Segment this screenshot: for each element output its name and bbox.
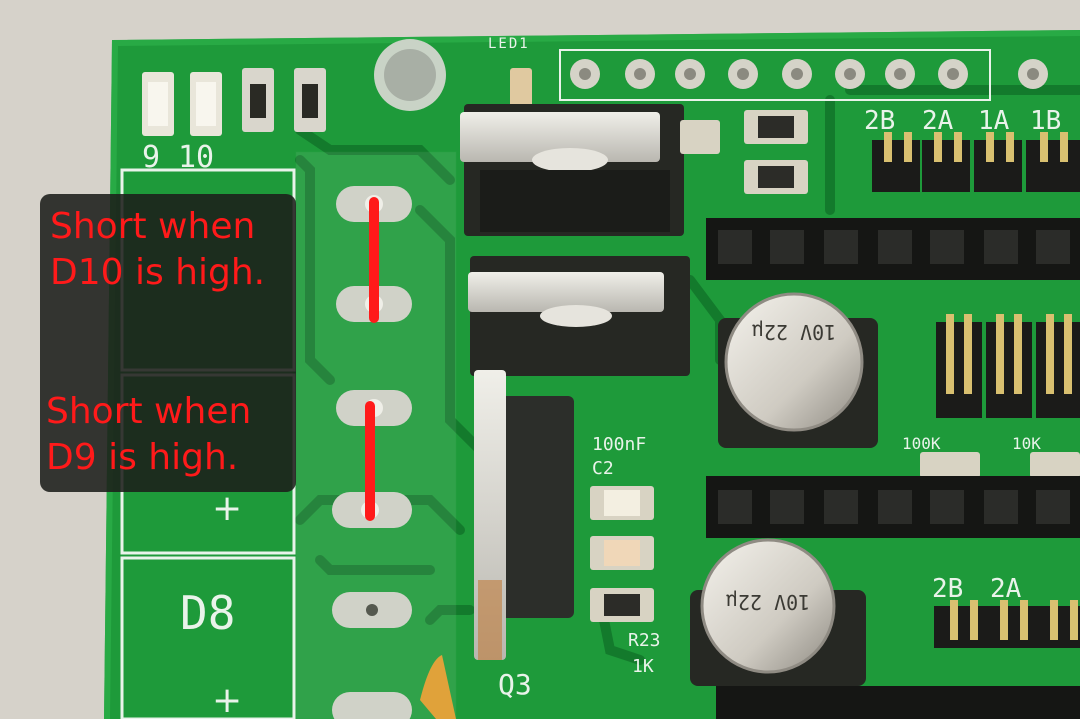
jumper-headers-middle bbox=[936, 314, 1080, 418]
silk-pin-10: 10 bbox=[178, 140, 215, 175]
annotation-d10: Short when D10 is high. bbox=[50, 204, 265, 296]
annotation-d9-line1: Short when bbox=[46, 391, 252, 432]
silk-plus-1: + bbox=[212, 488, 243, 529]
silk-q3: Q3 bbox=[498, 668, 532, 701]
silk-led1: LED1 bbox=[488, 36, 530, 52]
annotation-d9-line2: D9 is high. bbox=[46, 437, 239, 478]
silk-2a-top: 2A bbox=[922, 106, 954, 136]
photo-scene: 9 10 LED1 D8 + + Q3 C2 100nF R23 1K 100K… bbox=[0, 0, 1080, 719]
silk-plus-2: + bbox=[212, 680, 243, 719]
silk-2b-bottom: 2B bbox=[932, 574, 964, 604]
female-header-2 bbox=[706, 476, 1080, 538]
mosfet-q1 bbox=[460, 104, 684, 236]
annotation-d9: Short when D9 is high. bbox=[46, 389, 251, 481]
silk-1a-top: 1A bbox=[978, 106, 1010, 136]
silk-2b-top: 2B bbox=[864, 106, 896, 136]
mosfet-q3 bbox=[474, 370, 574, 660]
jumper-headers-top bbox=[872, 132, 1080, 192]
silk-c2: C2 bbox=[592, 458, 614, 479]
cap-marking-2: 10V 22μ bbox=[725, 590, 811, 614]
female-header-1 bbox=[706, 218, 1080, 280]
silk-1b-top: 1B bbox=[1030, 106, 1062, 136]
mosfet-q2 bbox=[468, 256, 690, 376]
silk-100k: 100K bbox=[902, 434, 941, 453]
silk-pin-9: 9 bbox=[142, 140, 161, 175]
silk-r23-value: 1K bbox=[632, 656, 654, 677]
silk-r23: R23 bbox=[628, 630, 661, 651]
silk-100nf: 100nF bbox=[592, 434, 647, 455]
female-header-3 bbox=[716, 686, 1080, 719]
silk-10k: 10K bbox=[1012, 434, 1041, 453]
silk-label-d8: D8 bbox=[180, 586, 236, 640]
cap-marking-1: 10V 22μ bbox=[751, 320, 837, 344]
jumper-headers-bottom bbox=[934, 600, 1080, 648]
led1-component bbox=[510, 68, 532, 108]
silk-2a-bottom: 2A bbox=[990, 574, 1022, 604]
annotation-d10-line1: Short when bbox=[50, 206, 256, 247]
annotation-d10-line2: D10 is high. bbox=[50, 252, 266, 293]
